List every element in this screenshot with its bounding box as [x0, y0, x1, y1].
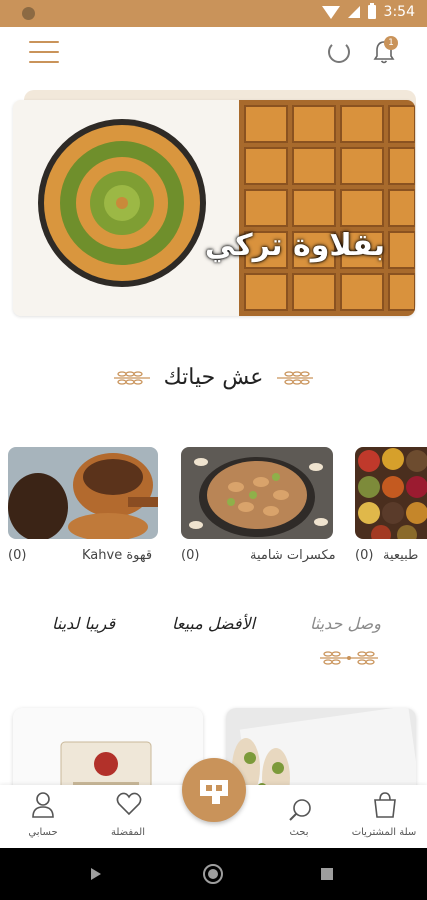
baklava-image	[13, 100, 415, 316]
home-fab-button[interactable]	[182, 758, 246, 822]
status-time: 3:54	[383, 4, 415, 20]
user-icon	[32, 792, 54, 818]
tab-coming-soon[interactable]: قريبا لدينا	[52, 614, 115, 633]
nav-label-search: بحث	[289, 827, 309, 838]
notification-badge: 1	[384, 36, 398, 50]
logo-icon	[200, 780, 228, 804]
notification-dot-icon	[22, 7, 35, 20]
heart-icon	[116, 792, 142, 816]
tab-new-arrivals[interactable]: وصل حديثا	[310, 614, 381, 633]
coffee-image	[8, 447, 158, 539]
menu-icon[interactable]	[29, 41, 59, 63]
search-icon	[289, 799, 311, 821]
nav-label-account: حسابي	[28, 827, 58, 838]
android-nav-bar	[0, 848, 427, 900]
nav-favorites[interactable]: المفضلة	[88, 785, 168, 848]
nav-account[interactable]: حسابي	[3, 785, 83, 848]
tab-best-sellers[interactable]: الأفضل مبيعا	[172, 614, 255, 633]
spices-image	[355, 447, 427, 539]
product-tabs: قريبا لدينا الأفضل مبيعا وصل حديثا	[0, 608, 427, 644]
app-header: 1	[0, 27, 427, 79]
refresh-icon[interactable]	[328, 41, 350, 63]
category-label-nuts[interactable]: مكسرات شامية	[250, 548, 336, 563]
category-count: (0)	[181, 548, 200, 563]
signal-icon	[347, 6, 360, 18]
nuts-image	[181, 447, 333, 539]
nav-label-cart: سلة المشتريات	[351, 827, 417, 838]
category-card-coffee[interactable]	[8, 447, 158, 539]
category-label-coffee[interactable]: قهوة Kahve	[82, 548, 152, 563]
nav-label-favorites: المفضلة	[110, 827, 145, 838]
status-bar: 3:54	[0, 0, 427, 27]
category-count: (0)	[8, 548, 27, 563]
laurel-ornament-icon	[277, 370, 314, 385]
nav-search[interactable]: بحث	[259, 785, 339, 848]
category-card-spices[interactable]	[355, 447, 427, 539]
category-label-spices[interactable]: طبيعية	[383, 548, 418, 563]
shopping-bag-icon	[374, 792, 396, 818]
category-card-nuts[interactable]	[181, 447, 333, 539]
section-header: عش حياتك	[0, 355, 427, 400]
promo-banner[interactable]: بقلاوة تركي	[13, 100, 415, 316]
battery-icon	[367, 3, 376, 19]
active-tab-ornament-icon	[320, 651, 378, 665]
back-icon[interactable]	[91, 868, 101, 880]
section-title: عش حياتك	[163, 365, 264, 390]
recents-icon[interactable]	[321, 868, 333, 880]
laurel-ornament-icon	[113, 370, 150, 385]
category-count: (0)	[355, 548, 374, 563]
banner-title: بقلاوة تركي	[204, 228, 385, 263]
wifi-icon	[321, 5, 340, 19]
nav-cart[interactable]: سلة المشتريات	[344, 785, 424, 848]
